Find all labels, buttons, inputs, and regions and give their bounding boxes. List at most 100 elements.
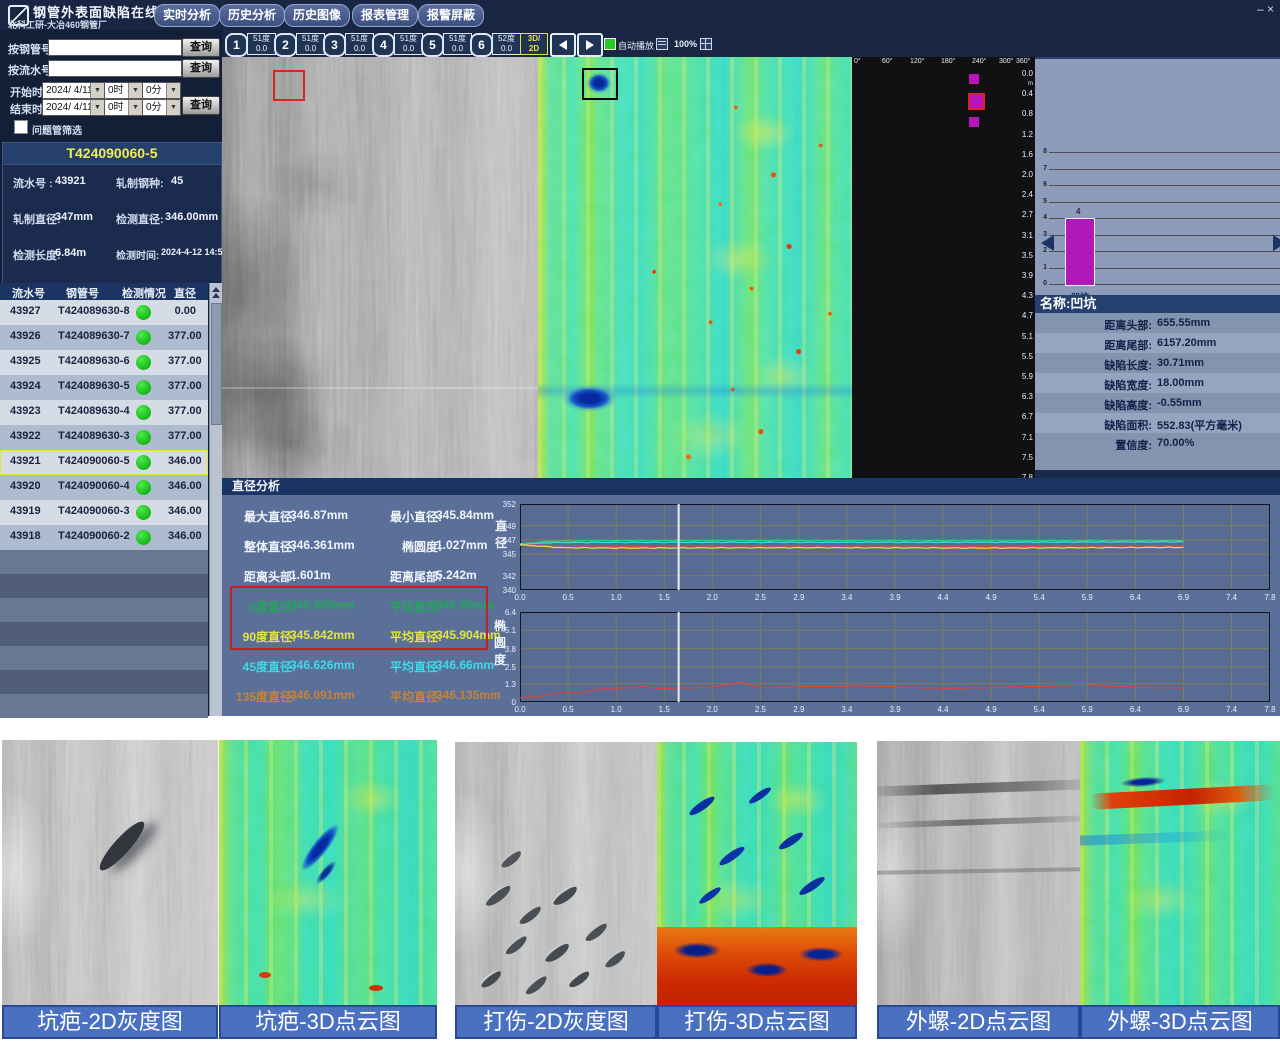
chevron-down-icon: ▼: [90, 100, 104, 115]
length-tick-label: 0.4: [1022, 89, 1033, 98]
nav-alarm-mask-button[interactable]: 报警屏蔽: [418, 4, 484, 27]
channel-angle-box[interactable]: 51度0.0: [394, 33, 423, 55]
defect-info-label: 缺陷宽度:: [1104, 377, 1152, 393]
thumb-bruise-2d-gray[interactable]: [455, 742, 657, 1005]
query-by-time-button[interactable]: 查询: [182, 96, 220, 115]
app-window: 钢管外表面缺陷在线检测仪 北科工研-大冶460钢管厂 实时分析 历史分析 历史图…: [0, 0, 1280, 1049]
channel-number-button[interactable]: 3: [323, 33, 346, 57]
pipe-table-row[interactable]: 43920 T424090060-4 346.00: [0, 475, 208, 500]
bruise-mark: [566, 968, 591, 990]
serial-search-input[interactable]: [48, 60, 182, 77]
defect-marker-selected[interactable]: [968, 93, 985, 110]
defect-marker[interactable]: [969, 117, 979, 127]
3d-2d-toggle-button[interactable]: 3D/2D: [520, 33, 548, 55]
layout-list-icon[interactable]: [656, 38, 668, 50]
start-date-select[interactable]: 2024/ 4/11▼: [42, 82, 105, 99]
pipe-no-search-input[interactable]: [48, 39, 182, 56]
x-tick-label: 4.9: [979, 593, 1003, 602]
thumb-thread-3d-cloud[interactable]: [1080, 741, 1280, 1005]
stat-label: 距离尾部:: [390, 568, 442, 585]
thumb-label-thread-2d[interactable]: 外螺-2D点云图: [877, 1005, 1080, 1039]
x-tick-label: 7.8: [1258, 593, 1280, 602]
channel-number-button[interactable]: 1: [225, 33, 248, 57]
scroll-thumb[interactable]: [211, 303, 222, 425]
end-hour-select[interactable]: 0时▼: [104, 99, 143, 116]
start-hour-select[interactable]: 0时▼: [104, 82, 143, 99]
chart-prev-arrow[interactable]: [1041, 235, 1054, 251]
problem-pipe-filter-label: 问题管筛选: [32, 122, 82, 137]
length-tick-label: 1.6: [1022, 150, 1033, 159]
length-unit-label: m: [1028, 81, 1033, 87]
pipe-table-row[interactable]: 43924 T424089630-5 377.00: [0, 375, 208, 400]
channel-angle-box[interactable]: 52度0.0: [492, 33, 521, 55]
defect-count-chart: 012345678 4 凹坑: [1035, 57, 1280, 297]
bar-ytick-label: 0: [1038, 280, 1047, 287]
autoplay-checkbox[interactable]: [604, 38, 616, 50]
start-minute-select[interactable]: 0分▼: [142, 82, 181, 99]
thumb-label-pit-3d[interactable]: 坑疤-3D点云图: [219, 1005, 437, 1039]
channel-number-button[interactable]: 6: [470, 33, 493, 57]
pipe-table-row[interactable]: 43921 T424090060-5 346.00: [0, 450, 208, 475]
diameter-cell: 346.00: [168, 480, 196, 492]
next-defect-button[interactable]: [577, 33, 603, 57]
scroll-up-icon[interactable]: [212, 287, 220, 292]
channel-angle-box[interactable]: 51度0.0: [247, 33, 276, 55]
scroll-up-icon[interactable]: [212, 293, 220, 298]
defect-info-value: 18.00mm: [1157, 377, 1204, 389]
thumb-label-bruise-2d[interactable]: 打伤-2D灰度图: [455, 1005, 657, 1039]
defect-map-panel[interactable]: 0°60°120°180°240°300°360° 0.00.40.81.21.…: [852, 57, 1035, 478]
diameter-chart[interactable]: [520, 504, 1270, 590]
serial-cell: 43920: [10, 480, 41, 492]
chart-next-arrow[interactable]: [1273, 235, 1280, 251]
thumb-thread-2d-cloud[interactable]: [877, 741, 1080, 1005]
grid-view-icon[interactable]: [700, 38, 712, 50]
thumb-pit-2d-gray[interactable]: [2, 740, 218, 1005]
prev-defect-button[interactable]: [550, 33, 576, 57]
query-by-pipe-button[interactable]: 查询: [182, 38, 220, 57]
problem-pipe-filter-checkbox[interactable]: [14, 120, 28, 134]
defect-marker-box[interactable]: [273, 70, 305, 101]
channel-number-button[interactable]: 2: [274, 33, 297, 57]
pipe-table-row[interactable]: 43923 T424089630-4 377.00: [0, 400, 208, 425]
bar-pit[interactable]: [1065, 218, 1095, 286]
pipe-table-row[interactable]: 43927 T424089630-8 0.00: [0, 300, 208, 325]
length-tick-label: 2.7: [1022, 210, 1033, 219]
thumb-label-thread-3d[interactable]: 外螺-3D点云图: [1080, 1005, 1280, 1039]
ovality-chart[interactable]: [520, 612, 1270, 702]
defect-marker[interactable]: [969, 74, 979, 84]
nav-history-analysis-button[interactable]: 历史分析: [219, 4, 285, 27]
angle-tick-label: 180°: [941, 58, 955, 65]
pipe-table-row[interactable]: 43919 T424090060-3 346.00: [0, 500, 208, 525]
pipe-table-row[interactable]: 43925 T424089630-6 377.00: [0, 350, 208, 375]
pipe-no-cell: T424090060-4: [58, 480, 130, 492]
y-tick-label: 342: [490, 572, 516, 581]
pipe-table-row[interactable]: 43922 T424089630-3 377.00: [0, 425, 208, 450]
defect-marker-box[interactable]: [582, 68, 618, 100]
pipe-table-row[interactable]: 43918 T424090060-2 346.00: [0, 525, 208, 550]
thumb-label-pit-2d[interactable]: 坑疤-2D灰度图: [2, 1005, 218, 1039]
x-tick-label: 0.5: [556, 593, 580, 602]
query-by-serial-button[interactable]: 查询: [182, 59, 220, 78]
channel-number-button[interactable]: 4: [372, 33, 395, 57]
gray-2d-image-viewer[interactable]: [222, 57, 538, 478]
nav-report-management-button[interactable]: 报表管理: [352, 4, 418, 27]
end-minute-select[interactable]: 0分▼: [142, 99, 181, 116]
thumb-bruise-3d-cloud[interactable]: [657, 742, 857, 1005]
end-date-select[interactable]: 2024/ 4/11▼: [42, 99, 105, 116]
channel-number-button[interactable]: 5: [421, 33, 444, 57]
channel-angle-box[interactable]: 51度0.0: [443, 33, 472, 55]
channel-angle-box[interactable]: 51度0.0: [345, 33, 374, 55]
thumb-label-bruise-3d[interactable]: 打伤-3D点云图: [657, 1005, 857, 1039]
channel-angle-box[interactable]: 51度0.0: [296, 33, 325, 55]
bruise-mark: [602, 948, 627, 971]
thumb-pit-3d-cloud[interactable]: [219, 740, 437, 1005]
window-controls[interactable]: – ×: [1257, 2, 1274, 16]
channel-toolbar: 1 51度0.0 2 51度0.0 3 51度0.0 4 51度0.0 5 51…: [222, 30, 1280, 57]
heatmap-3d-image-viewer[interactable]: [538, 57, 852, 478]
pipe-table-row[interactable]: 43926 T424089630-7 377.00: [0, 325, 208, 350]
nav-realtime-analysis-button[interactable]: 实时分析: [154, 4, 220, 27]
defect-info-value: 30.71mm: [1157, 357, 1204, 369]
table-scrollbar[interactable]: [209, 283, 222, 716]
x-tick-label: 3.9: [883, 705, 907, 714]
nav-history-image-button[interactable]: 历史图像: [284, 4, 350, 27]
